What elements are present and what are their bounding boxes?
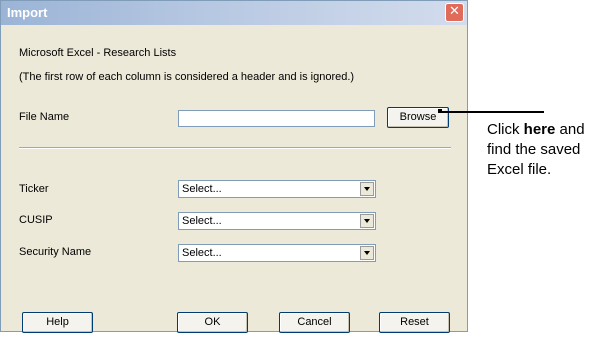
callout-prefix: Click [487, 121, 524, 138]
chevron-down-icon[interactable] [360, 246, 374, 260]
callout-bold: here [523, 121, 556, 138]
reset-button[interactable]: Reset [379, 312, 450, 333]
file-name-label: File Name [19, 111, 70, 123]
cusip-select-value: Select... [182, 215, 222, 227]
header-note: (The first row of each column is conside… [19, 71, 355, 83]
source-label: Microsoft Excel - Research Lists [19, 47, 177, 59]
callout-note: Click here and find the saved Excel file… [487, 120, 599, 180]
title-bar[interactable]: Import ✕ [1, 1, 467, 25]
callout-pointer-line [440, 111, 544, 113]
ok-button[interactable]: OK [177, 312, 248, 333]
cancel-button[interactable]: Cancel [279, 312, 350, 333]
dialog-title: Import [7, 5, 48, 20]
close-button[interactable]: ✕ [445, 3, 464, 22]
chevron-down-icon[interactable] [360, 182, 374, 196]
security-name-select[interactable]: Select... [178, 244, 376, 262]
ticker-select-value: Select... [182, 183, 222, 195]
import-dialog: Import ✕ Microsoft Excel - Research List… [0, 0, 468, 333]
separator [19, 147, 451, 149]
cusip-label: CUSIP [19, 214, 53, 226]
close-icon: ✕ [449, 4, 460, 19]
cusip-select[interactable]: Select... [178, 212, 376, 230]
security-name-label: Security Name [19, 246, 92, 258]
help-button[interactable]: Help [22, 312, 93, 333]
ticker-label: Ticker [19, 183, 49, 195]
security-name-select-value: Select... [182, 247, 222, 259]
file-name-input[interactable] [178, 110, 375, 127]
chevron-down-icon[interactable] [360, 214, 374, 228]
ticker-select[interactable]: Select... [178, 180, 376, 198]
